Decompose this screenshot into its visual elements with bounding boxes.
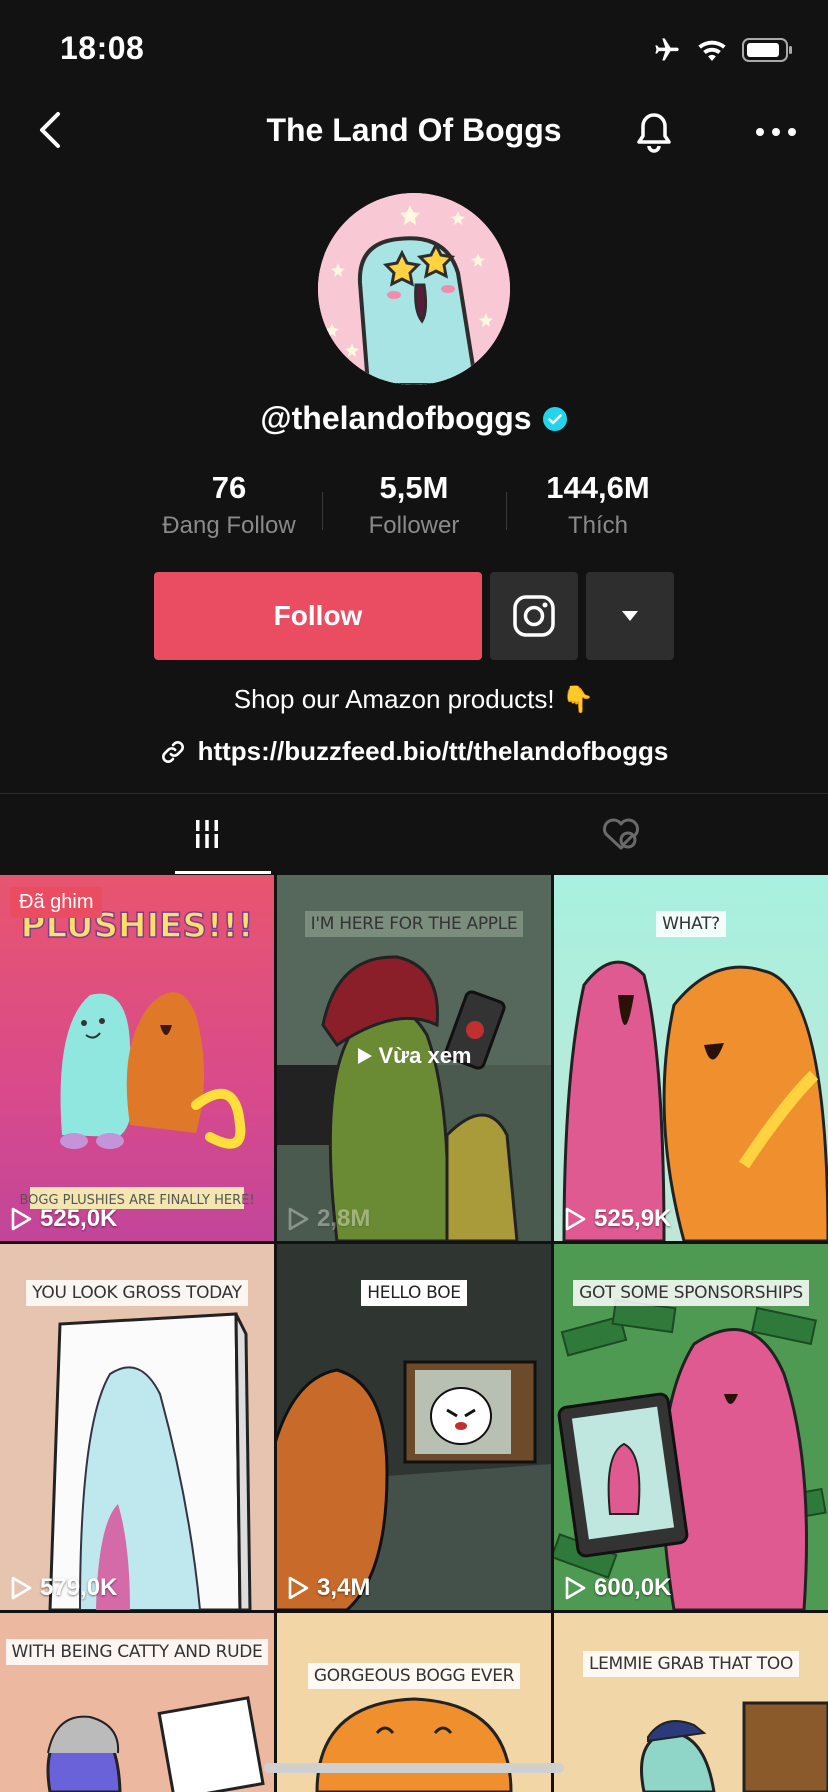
view-count-text: 579,0K — [40, 1574, 118, 1601]
avatar[interactable] — [318, 193, 510, 385]
play-outline-icon — [565, 1207, 586, 1231]
view-count-text: 2,8M — [317, 1205, 371, 1232]
video-thumbnail[interactable]: GOT SOME SPONSORSHIPS 600,0K — [554, 1244, 828, 1610]
status-time: 18:08 — [60, 30, 145, 66]
caption-top-wrap: GOT SOME SPONSORSHIPS — [554, 1280, 828, 1306]
caption-top: YOU LOOK GROSS TODAY — [26, 1280, 248, 1306]
stat-followers[interactable]: 5,5M Follower — [322, 470, 506, 540]
tab-videos[interactable] — [0, 794, 414, 874]
page-title: The Land Of Boggs — [266, 112, 562, 148]
view-count: 525,0K — [10, 1205, 117, 1233]
view-count: 525,9K — [564, 1205, 671, 1233]
view-count: 3,4M — [287, 1574, 370, 1602]
bell-icon — [637, 113, 671, 153]
plushies-illustration: PLUSHIES!!! — [20, 905, 254, 1209]
caption-top-wrap: I'M HERE FOR THE APPLE — [277, 911, 551, 937]
caption-top: GORGEOUS BOGG EVER — [307, 1663, 521, 1689]
instagram-button[interactable] — [490, 572, 578, 660]
stat-label: Follower — [368, 512, 460, 539]
grid-separator — [551, 875, 554, 1792]
video-thumbnail[interactable]: LEMMIE GRAB THAT TOO — [554, 1613, 828, 1792]
profile-bio: Shop our Amazon products! 👇 — [233, 684, 595, 714]
video-thumbnail[interactable]: YOU LOOK GROSS TODAY 579,0K — [0, 1244, 274, 1610]
grid-separator — [274, 875, 277, 1792]
view-count: 2,8M — [287, 1205, 370, 1233]
username-row: @thelandofboggs — [0, 400, 828, 437]
caption-top-wrap: LEMMIE GRAB THAT TOO — [554, 1651, 828, 1677]
stat-label: Thích — [567, 512, 629, 539]
caption-top: WHAT? — [656, 911, 726, 937]
view-count-text: 3,4M — [317, 1574, 371, 1601]
more-button[interactable] — [752, 110, 800, 154]
tab-liked[interactable] — [414, 794, 828, 874]
caption-top-wrap: GORGEOUS BOGG EVER — [277, 1663, 551, 1689]
video-thumbnail[interactable]: I'M HERE FOR THE APPLE Vừa xem 2,8M — [277, 875, 551, 1241]
liked-hidden-icon — [603, 818, 639, 850]
stat-value: 144,6M — [546, 470, 650, 505]
profile-stats: 76 Đang Follow 5,5M Follower 144,6M Thíc… — [0, 470, 828, 550]
stat-value: 5,5M — [379, 470, 449, 505]
recently-watched-label: Vừa xem — [277, 1043, 551, 1069]
tab-underline — [175, 871, 271, 874]
play-outline-icon — [288, 1576, 309, 1600]
instagram-icon — [513, 595, 555, 637]
caption-top: WITH BEING CATTY AND RUDE — [5, 1639, 269, 1665]
grab-illustration — [640, 1701, 828, 1792]
view-count: 600,0K — [564, 1574, 671, 1602]
caption-top: LEMMIE GRAB THAT TOO — [582, 1651, 800, 1677]
content-tabs — [0, 793, 828, 874]
suggested-accounts-button[interactable] — [586, 572, 674, 660]
stat-value: 76 — [211, 470, 247, 505]
wifi-icon — [698, 40, 726, 62]
pinned-badge: Đã ghim — [10, 887, 103, 918]
header: The Land Of Boggs — [0, 92, 828, 172]
play-outline-icon — [11, 1207, 32, 1231]
follow-button[interactable]: Follow — [154, 572, 482, 660]
battery-icon — [742, 38, 792, 62]
caption-top-wrap: YOU LOOK GROSS TODAY — [0, 1280, 274, 1306]
video-thumbnail[interactable]: WITH BEING CATTY AND RUDE — [0, 1613, 274, 1792]
caption-top: I'M HERE FOR THE APPLE — [304, 911, 524, 937]
verified-badge-icon — [542, 406, 567, 431]
caption-top-wrap: WITH BEING CATTY AND RUDE — [0, 1639, 274, 1665]
play-outline-icon — [565, 1576, 586, 1600]
video-thumbnail[interactable]: WHAT? 525,9K — [554, 875, 828, 1241]
grid-icon — [193, 820, 221, 848]
stat-following[interactable]: 76 Đang Follow — [137, 470, 321, 540]
more-dots-icon — [756, 128, 796, 136]
caret-down-icon — [622, 611, 638, 621]
status-icons — [652, 36, 794, 64]
caption-top: GOT SOME SPONSORSHIPS — [573, 1280, 809, 1306]
bogg-avatar-illustration — [318, 193, 510, 385]
airplane-mode-icon — [655, 38, 679, 61]
view-count-text: 525,9K — [594, 1205, 672, 1232]
play-outline-icon — [288, 1207, 309, 1231]
view-count-text: 525,0K — [40, 1205, 118, 1232]
play-outline-icon — [11, 1576, 32, 1600]
status-bar: 18:08 — [0, 0, 828, 90]
view-count: 579,0K — [10, 1574, 117, 1602]
video-thumbnail[interactable]: PLUSHIES!!! Đã ghim BOGG PLUSHIES ARE FI… — [0, 875, 274, 1241]
caption-top-wrap: HELLO BOE — [277, 1280, 551, 1306]
play-icon — [357, 1048, 372, 1064]
stat-likes: 144,6M Thích — [506, 470, 690, 540]
stat-label: Đang Follow — [162, 512, 296, 539]
recently-watched-text: Vừa xem — [378, 1043, 472, 1068]
link-icon — [161, 740, 184, 763]
notification-button[interactable] — [630, 108, 678, 156]
video-thumbnail[interactable]: HELLO BOE 3,4M — [277, 1244, 551, 1610]
profile-link[interactable]: https://buzzfeed.bio/tt/thelandofboggs — [0, 736, 828, 767]
caption-top: HELLO BOE — [361, 1280, 467, 1306]
view-count-text: 600,0K — [594, 1574, 672, 1601]
profile-link-text: https://buzzfeed.bio/tt/thelandofboggs — [197, 736, 669, 766]
caption-top-wrap: WHAT? — [554, 911, 828, 937]
home-indicator[interactable] — [264, 1763, 564, 1773]
username: @thelandofboggs — [260, 400, 532, 436]
